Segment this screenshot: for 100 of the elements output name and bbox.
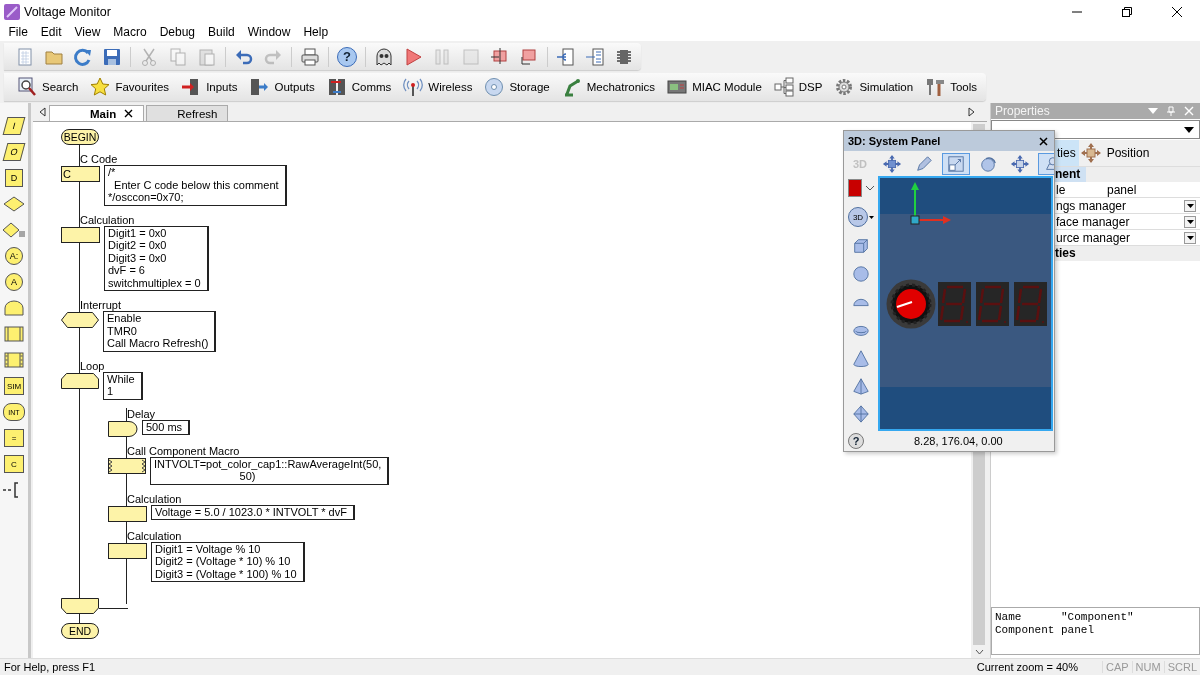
shape-tool-button[interactable] [852, 405, 870, 423]
palette-button[interactable]: A [5, 273, 23, 291]
component-category-button[interactable]: Favourites [85, 74, 175, 100]
menu-item[interactable]: Window [241, 25, 297, 39]
component-category-button[interactable]: Outputs [244, 74, 320, 100]
seven-segment-drawing [1014, 282, 1047, 326]
shape-tool-button[interactable] [852, 237, 870, 255]
palette-button[interactable]: C [4, 455, 24, 473]
close-icon[interactable] [1039, 136, 1048, 146]
help-button[interactable]: ? [848, 433, 864, 449]
dropdown-button[interactable] [1184, 231, 1196, 244]
dropdown-arrow-icon[interactable] [1186, 203, 1194, 208]
scroll-right-icon[interactable] [967, 107, 975, 117]
box-select-icon [947, 154, 965, 173]
palette-button[interactable]: D [5, 169, 23, 187]
shape-tool-button[interactable] [852, 349, 870, 367]
comment-line: Digit1 = Voltage % 10 [155, 542, 262, 555]
dropdown-arrow-icon[interactable] [1184, 126, 1194, 133]
switch-shape-icon[interactable] [2, 221, 26, 239]
knob-drawing [886, 279, 936, 329]
dropdown-arrow-icon[interactable] [1186, 219, 1194, 224]
component-category-button[interactable]: Storage [479, 74, 555, 100]
dropdown-icon[interactable] [1148, 107, 1158, 115]
step-into-icon [490, 46, 510, 67]
comment-line: */osccon=0x70; [108, 191, 185, 204]
paste-icon [197, 46, 217, 67]
shape-tool-button[interactable] [852, 377, 870, 395]
block-title: Calculation [79, 213, 135, 227]
chevron-down-icon[interactable] [974, 649, 984, 655]
ghost-icon [374, 46, 394, 67]
block-title: Call Component Macro [126, 444, 240, 458]
dropdown-arrow-icon[interactable] [1186, 235, 1194, 240]
comment-line: Digit2 = (Voltage * 10) % 10 [155, 555, 292, 568]
3d-viewport[interactable] [878, 176, 1053, 431]
tab-label[interactable]: Refresh [177, 107, 218, 120]
menu-item[interactable]: File [2, 25, 35, 39]
component-category-button[interactable]: MIAC Module [662, 74, 767, 100]
properties-tab[interactable]: ties [1055, 140, 1079, 166]
properties-tab[interactable]: Position [1078, 140, 1160, 166]
property-value[interactable]: panel [1103, 182, 1137, 197]
reload-icon [73, 46, 93, 67]
component-category-button[interactable]: Tools [920, 74, 982, 100]
palette-button[interactable]: A: [5, 247, 23, 265]
palette-button[interactable]: O [2, 143, 26, 161]
menu-item[interactable]: Debug [153, 25, 202, 39]
property-name: ngs manager [1056, 198, 1127, 213]
step-over-icon [519, 46, 539, 67]
move-arrows-icon[interactable] [1080, 143, 1101, 163]
chevron-down-icon[interactable] [866, 185, 874, 191]
window-title: Voltage Monitor [24, 4, 111, 19]
palette-button[interactable]: SIM [4, 377, 24, 395]
editor-tab[interactable]: Main [49, 105, 145, 121]
seven-segment-drawing [976, 282, 1009, 326]
component-macro-shape-icon[interactable] [2, 351, 26, 369]
shape-tool-button[interactable] [852, 265, 870, 283]
close-icon[interactable] [1172, 6, 1182, 17]
component-category-button[interactable]: Search [12, 74, 84, 100]
scroll-left-icon[interactable] [39, 107, 47, 117]
macro-shape-icon[interactable] [2, 325, 26, 343]
loop-end-block [61, 598, 99, 614]
macro-call-block [108, 457, 146, 474]
editor-tab[interactable]: Refresh [146, 105, 229, 121]
palette-button[interactable]: = [4, 429, 24, 447]
comment-line: 1 [107, 385, 115, 398]
group-header[interactable]: nent [1055, 167, 1087, 182]
dropdown-arrow-icon[interactable] [869, 215, 874, 219]
description-line: Name "Component" [995, 611, 1135, 624]
component-category-button[interactable]: Mechatronics [556, 74, 661, 100]
component-category-button[interactable]: Comms [321, 74, 397, 100]
dropdown-button[interactable] [1184, 199, 1196, 212]
decision-shape-icon[interactable] [2, 195, 26, 213]
comment-line: While [107, 372, 135, 385]
restore-icon[interactable] [1122, 6, 1132, 17]
palette-button[interactable]: I [2, 117, 26, 135]
menu-item[interactable]: Help [296, 25, 335, 39]
key-indicator: SCRL [1163, 661, 1200, 673]
component-category-button[interactable]: Wireless [398, 74, 478, 100]
tab-label[interactable]: Main [90, 107, 117, 120]
close-icon[interactable] [124, 109, 134, 118]
cut-icon [139, 46, 159, 67]
component-category-button[interactable]: Simulation [829, 74, 919, 100]
dropdown-button[interactable] [1184, 215, 1196, 228]
menu-item[interactable]: Macro [106, 25, 154, 39]
pin-icon[interactable] [1166, 106, 1176, 116]
menu-item[interactable]: Edit [34, 25, 69, 39]
delay-block [108, 420, 138, 437]
code-block: C [61, 166, 100, 182]
group-header[interactable]: ties [1055, 246, 1082, 261]
component-category-button[interactable]: Inputs [176, 74, 243, 100]
key-indicator: NUM [1131, 661, 1164, 673]
component-category-button[interactable]: DSP [768, 74, 828, 100]
comms-icon [326, 77, 347, 97]
status-message: For Help, press F1 [4, 661, 96, 673]
comment-line: TMR0 [107, 324, 138, 337]
block-title: Calculation [126, 529, 182, 543]
color-picker[interactable] [848, 179, 874, 197]
loop-shape-icon[interactable] [2, 299, 26, 317]
menu-item[interactable]: Build [201, 25, 242, 39]
menu-item[interactable]: View [68, 25, 107, 39]
box-select-tool-button[interactable] [942, 152, 970, 175]
